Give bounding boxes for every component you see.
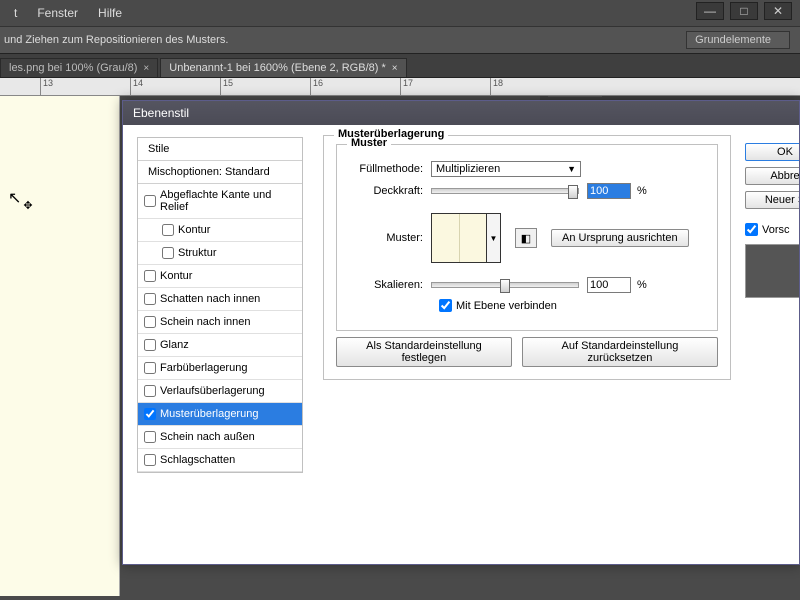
ruler-tick: 14: [130, 78, 143, 96]
style-pattern-overlay[interactable]: Musterüberlagerung: [138, 403, 302, 426]
style-checkbox[interactable]: [162, 224, 174, 236]
opacity-input[interactable]: 100: [587, 183, 631, 199]
close-button[interactable]: ✕: [764, 2, 792, 20]
opacity-label: Deckkraft:: [349, 185, 431, 197]
ruler-tick: 13: [40, 78, 53, 96]
minimize-button[interactable]: —: [696, 2, 724, 20]
style-checkbox[interactable]: [144, 270, 156, 282]
options-bar: und Ziehen zum Repositionieren des Muste…: [0, 26, 800, 54]
document-tab-label: les.png bei 100% (Grau/8): [9, 62, 137, 74]
cancel-button[interactable]: Abbre: [745, 167, 799, 185]
menu-item-hilfe[interactable]: Hilfe: [88, 6, 132, 20]
blend-mode-label: Füllmethode:: [349, 163, 431, 175]
dialog-buttons: OK Abbre Neuer S Vorsc: [739, 125, 799, 564]
new-style-button[interactable]: Neuer S: [745, 191, 799, 209]
pattern-overlay-section: Musterüberlagerung Muster Füllmethode: M…: [323, 135, 731, 380]
opacity-slider[interactable]: [431, 188, 579, 194]
pattern-picker-button[interactable]: ▼: [487, 213, 501, 263]
dialog-title: Ebenenstil: [123, 101, 799, 125]
style-outer-glow[interactable]: Schein nach außen: [138, 426, 302, 449]
blend-mode-select[interactable]: Multiplizieren ▼: [431, 161, 581, 177]
pattern-label: Muster:: [349, 232, 431, 244]
style-checkbox[interactable]: [144, 362, 156, 374]
ruler-tick: 18: [490, 78, 503, 96]
scale-label: Skalieren:: [349, 279, 431, 291]
styles-list: Stile Mischoptionen: Standard Abgeflacht…: [137, 137, 303, 473]
style-checkbox[interactable]: [144, 316, 156, 328]
style-checkbox[interactable]: [162, 247, 174, 259]
style-bevel-kontur[interactable]: Kontur: [138, 219, 302, 242]
style-gradient-overlay[interactable]: Verlaufsüberlagerung: [138, 380, 302, 403]
close-icon[interactable]: ×: [392, 63, 398, 74]
options-hint: und Ziehen zum Repositionieren des Muste…: [4, 34, 228, 46]
slider-thumb[interactable]: [568, 185, 578, 199]
ok-button[interactable]: OK: [745, 143, 799, 161]
document-tabs: les.png bei 100% (Grau/8) × Unbenannt-1 …: [0, 54, 800, 78]
menu-item[interactable]: t: [4, 6, 27, 20]
preview-swatch: [745, 244, 799, 298]
percent-label: %: [637, 185, 647, 197]
blend-options[interactable]: Mischoptionen: Standard: [138, 161, 302, 184]
document-tab-label: Unbenannt-1 bei 1600% (Ebene 2, RGB/8) *: [169, 62, 385, 74]
style-inner-shadow[interactable]: Schatten nach innen: [138, 288, 302, 311]
pattern-swatch[interactable]: [431, 213, 487, 263]
window-controls: — □ ✕: [696, 2, 792, 20]
percent-label: %: [637, 279, 647, 291]
style-checkbox[interactable]: [144, 454, 156, 466]
document-tab[interactable]: les.png bei 100% (Grau/8) ×: [0, 58, 158, 77]
style-checkbox[interactable]: [144, 408, 156, 420]
scale-input[interactable]: 100: [587, 277, 631, 293]
menu-item-fenster[interactable]: Fenster: [27, 6, 88, 20]
slider-thumb[interactable]: [500, 279, 510, 293]
style-stroke[interactable]: Kontur: [138, 265, 302, 288]
style-checkbox[interactable]: [144, 385, 156, 397]
preview-label: Vorsc: [762, 224, 790, 236]
workspace-dropdown[interactable]: Grundelemente: [686, 31, 790, 49]
style-checkbox[interactable]: [144, 293, 156, 305]
layer-style-dialog: Ebenenstil Stile Mischoptionen: Standard…: [122, 100, 800, 565]
maximize-button[interactable]: □: [730, 2, 758, 20]
link-layer-checkbox[interactable]: [439, 299, 452, 312]
preview-checkbox[interactable]: [745, 223, 758, 236]
chevron-down-icon: ▼: [567, 164, 576, 174]
style-drop-shadow[interactable]: Schlagschatten: [138, 449, 302, 472]
ruler-tick: 16: [310, 78, 323, 96]
horizontal-ruler: 13 14 15 16 17 18: [0, 78, 800, 96]
ruler-tick: 17: [400, 78, 413, 96]
scale-slider[interactable]: [431, 282, 579, 288]
snap-origin-button[interactable]: An Ursprung ausrichten: [551, 229, 689, 247]
style-checkbox[interactable]: [144, 195, 156, 207]
canvas[interactable]: [0, 96, 120, 596]
styles-header[interactable]: Stile: [138, 138, 302, 161]
style-checkbox[interactable]: [144, 339, 156, 351]
make-default-button[interactable]: Als Standardeinstellung festlegen: [336, 337, 512, 367]
style-bevel-struktur[interactable]: Struktur: [138, 242, 302, 265]
app-menu-bar: t Fenster Hilfe: [0, 0, 800, 26]
muster-section: Muster Füllmethode: Multiplizieren ▼ Dec…: [336, 144, 718, 331]
document-tab[interactable]: Unbenannt-1 bei 1600% (Ebene 2, RGB/8) *…: [160, 58, 406, 77]
reset-default-button[interactable]: Auf Standardeinstellung zurücksetzen: [522, 337, 718, 367]
style-checkbox[interactable]: [144, 431, 156, 443]
close-icon[interactable]: ×: [143, 63, 149, 74]
move-cursor-icon: ↖: [8, 188, 31, 208]
snap-origin-icon[interactable]: ◧: [515, 228, 537, 248]
ruler-tick: 15: [220, 78, 233, 96]
style-satin[interactable]: Glanz: [138, 334, 302, 357]
style-inner-glow[interactable]: Schein nach innen: [138, 311, 302, 334]
link-layer-label: Mit Ebene verbinden: [456, 300, 557, 312]
style-bevel[interactable]: Abgeflachte Kante und Relief: [138, 184, 302, 219]
style-color-overlay[interactable]: Farbüberlagerung: [138, 357, 302, 380]
subsection-title: Muster: [347, 137, 391, 149]
